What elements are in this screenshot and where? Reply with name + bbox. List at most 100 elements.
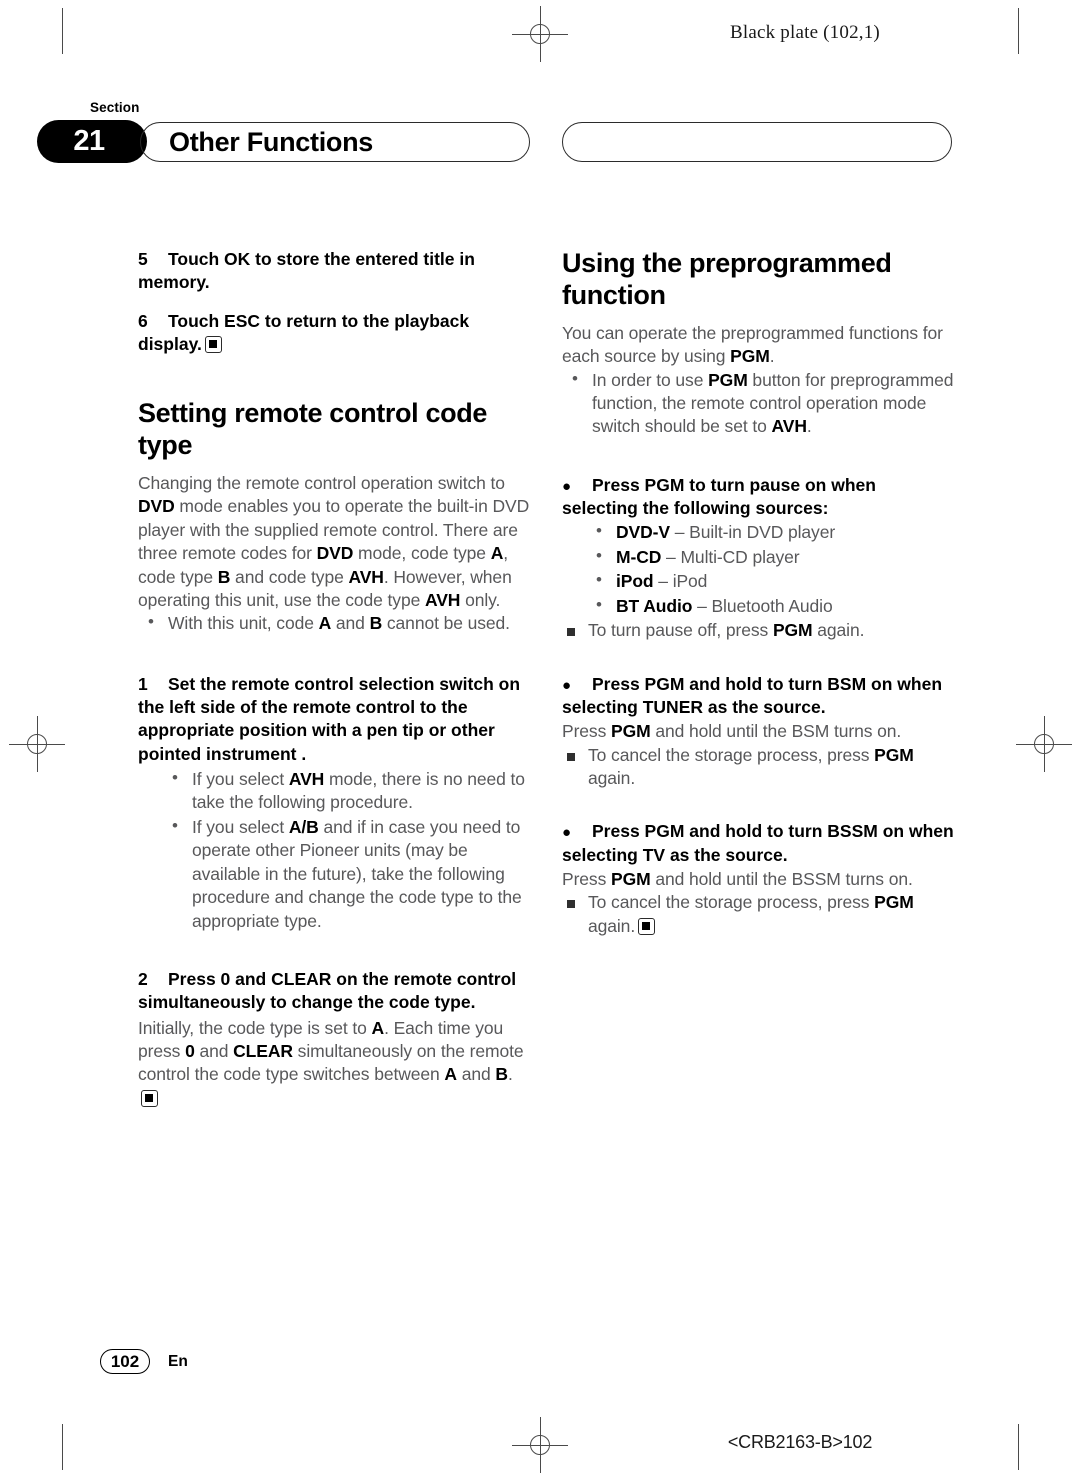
list-item: If you select A/B and if in case you nee… <box>138 815 530 933</box>
end-of-procedure-icon <box>141 1089 158 1107</box>
step-1-notes: If you select AVH mode, there is no need… <box>138 767 530 933</box>
reg-horizontal-bar <box>512 33 568 35</box>
source-desc: iPod <box>672 571 708 592</box>
term-pgm: PGM <box>772 620 813 641</box>
term-pgm: PGM <box>874 892 914 913</box>
text-frag: again. <box>588 768 636 789</box>
text-frag: To turn pause off, press <box>588 620 773 641</box>
paragraph-bsm-detail: Press PGM and hold until the BSM turns o… <box>562 720 954 743</box>
text-frag: mode, code type <box>353 543 491 564</box>
black-plate-label: Black plate (102,1) <box>730 22 880 43</box>
step-6-text: Touch ESC to return to the playback disp… <box>138 310 470 354</box>
text-frag: Press <box>562 869 611 889</box>
term-avh: AVH <box>348 566 384 587</box>
text-frag: . <box>769 346 775 367</box>
text-frag: again. <box>588 915 636 936</box>
term-code-a: A <box>444 1064 457 1085</box>
source-dash: – <box>661 546 681 567</box>
term-pgm: PGM <box>874 744 914 765</box>
source-term: DVD-V <box>616 522 670 543</box>
registration-mark-right <box>1016 716 1072 772</box>
bullet-heading-press-pgm-pause: Press PGM to turn pause on when selectin… <box>562 474 954 521</box>
text-frag: In order to use <box>592 369 709 390</box>
reg-circle <box>530 1435 550 1455</box>
text-frag: again. <box>812 620 865 641</box>
step-1: 1 Set the remote control selection switch… <box>138 673 530 766</box>
left-column: 5 Touch OK to store the entered title in … <box>138 248 530 1110</box>
right-header-pill <box>562 122 952 162</box>
text-frag: and code type <box>230 566 349 587</box>
note-list-cancel-bssm: To cancel the storage process, press PGM… <box>562 891 954 938</box>
page-number-badge: 102 <box>100 1349 150 1374</box>
term-code-b: B <box>217 566 231 587</box>
term-code-b: B <box>369 613 383 634</box>
end-of-procedure-icon <box>204 335 222 353</box>
text-frag: and hold until the BSSM turns on. <box>650 869 913 889</box>
source-dash: – <box>669 522 690 543</box>
term-code-a: A <box>318 613 332 634</box>
list-item: M-CD – Multi-CD player <box>562 545 954 569</box>
term-pgm: PGM <box>708 369 748 390</box>
heading-using-the-preprogrammed-function: Using the preprogrammed function <box>562 248 892 310</box>
language-label: En <box>168 1352 188 1370</box>
text-frag: With this unit, code <box>168 613 319 634</box>
document-code: <CRB2163-B>102 <box>727 1432 873 1452</box>
list-item: In order to use PGM button for preprogra… <box>562 368 954 439</box>
list-item: BT Audio – Bluetooth Audio <box>562 594 954 618</box>
list-item: To cancel the storage process, press PGM… <box>562 744 954 791</box>
paragraph-bssm-detail: Press PGM and hold until the BSSM turns … <box>562 868 954 891</box>
bullet-heading-text: Press PGM and hold to turn BSM on when s… <box>562 673 943 717</box>
term-code-a: A <box>371 1017 385 1038</box>
text-frag: Press <box>562 721 611 742</box>
source-term: iPod <box>616 571 654 592</box>
paragraph-remote-code-intro: Changing the remote control operation sw… <box>138 472 530 613</box>
heading-setting-remote-control-code-type: Setting remote control code type <box>138 398 488 460</box>
list-item: If you select AVH mode, there is no need… <box>138 767 530 815</box>
text-frag: and hold until the BSM turns on. <box>650 721 902 742</box>
source-term: M-CD <box>616 546 662 567</box>
term-dvd: DVD <box>138 496 175 517</box>
text-frag: If you select <box>192 768 289 789</box>
reg-vertical-bar <box>539 1417 541 1473</box>
step-5-number: 5 <box>138 249 148 269</box>
source-term: BT Audio <box>616 595 693 616</box>
term-code-ab: A/B <box>288 816 319 837</box>
trim-mark-bottom-right <box>1018 1424 1019 1470</box>
source-list: DVD-V – Built-in DVD player M-CD – Multi… <box>562 520 954 618</box>
list-item: iPod – iPod <box>562 569 954 593</box>
section-number-badge: 21 <box>37 120 147 163</box>
text-frag: cannot be used. <box>382 613 510 634</box>
page-title: Other Functions <box>169 126 373 157</box>
text-frag: and <box>456 1064 496 1085</box>
step-1-text: Set the remote control selection switch … <box>138 673 521 764</box>
section-word-label: Section <box>90 100 140 115</box>
bullet-heading-text: Press PGM and hold to turn BSSM on when … <box>562 821 954 865</box>
term-pgm: PGM <box>611 869 651 889</box>
list-item: With this unit, code A and B cannot be u… <box>138 611 530 635</box>
list-item: To turn pause off, press PGM again. <box>562 619 954 642</box>
term-pgm: PGM <box>730 346 770 367</box>
term-code-b: B <box>495 1064 508 1085</box>
bullet-heading-text: Press PGM to turn pause on when selectin… <box>562 474 876 519</box>
page-footer: 102 En <box>100 1349 188 1374</box>
text-frag: To cancel the storage process, press <box>588 892 875 913</box>
text-frag: Changing the remote control operation sw… <box>138 472 505 493</box>
reg-horizontal-bar <box>9 743 65 745</box>
term-code-a: A <box>490 543 504 564</box>
note-list-pause-off: To turn pause off, press PGM again. <box>562 619 954 642</box>
paragraph-preprogrammed-intro: You can operate the preprogrammed functi… <box>562 322 954 369</box>
note-list-cancel-bsm: To cancel the storage process, press PGM… <box>562 744 954 791</box>
end-of-procedure-icon <box>638 917 656 935</box>
term-pgm: PGM <box>611 721 651 742</box>
text-frag: To cancel the storage process, press <box>588 744 875 765</box>
term-avh: AVH <box>425 589 461 610</box>
registration-mark-left <box>9 716 65 772</box>
source-dash: – <box>692 595 712 616</box>
list-item: To cancel the storage process, press PGM… <box>562 891 954 938</box>
right-column: Using the preprogrammed function You can… <box>562 248 954 938</box>
source-desc: Bluetooth Audio <box>711 595 833 616</box>
step-6: 6 Touch ESC to return to the playback dis… <box>138 310 530 357</box>
filled-circle-bullet-icon <box>562 820 592 843</box>
step-6-number: 6 <box>138 310 148 331</box>
filled-circle-bullet-icon <box>562 673 592 696</box>
